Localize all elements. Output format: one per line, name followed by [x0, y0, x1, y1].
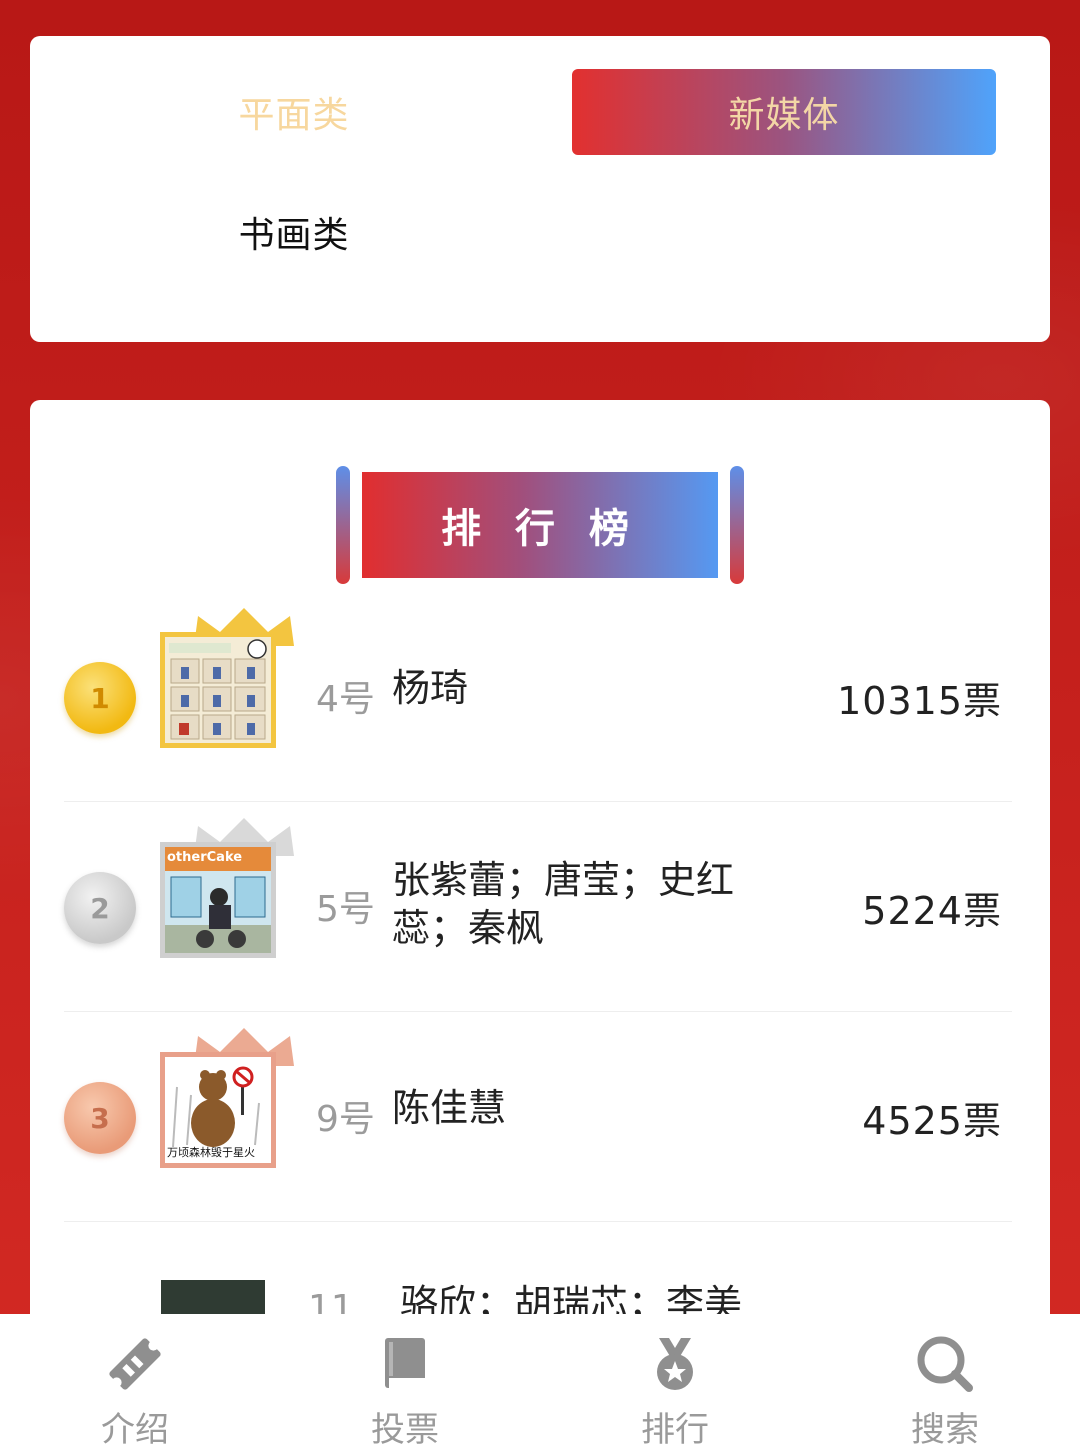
entry-thumbnail-2[interactable]: otherCake	[160, 842, 276, 958]
category-card: 平面类 新媒体 书画类	[30, 36, 1050, 342]
silver-medal-icon: 2	[64, 872, 136, 944]
entry-number: 4号	[316, 679, 375, 720]
category-tab-print[interactable]: 平面类	[114, 69, 474, 155]
tab-search[interactable]: 搜索	[810, 1314, 1080, 1455]
gold-medal-icon: 1	[64, 662, 136, 734]
ranking-title: 排 行 榜	[362, 472, 718, 578]
tab-label: 搜索	[911, 1410, 979, 1450]
entry-thumbnail-3[interactable]: 万顷森林毁于星火	[160, 1052, 276, 1168]
banner-right-post	[730, 466, 744, 584]
shop-sign-text: otherCake	[167, 850, 243, 865]
vote-count: 4525票	[862, 1099, 1002, 1143]
banner-left-post	[336, 466, 350, 584]
entry-names: 张紫蕾；唐莹；史红蕊；秦枫	[392, 858, 735, 950]
bear-caption-text: 万顷森林毁于星火	[167, 1146, 255, 1159]
entry-thumbnail-1[interactable]	[160, 632, 276, 748]
entry-number: 5号	[316, 889, 375, 930]
vote-count: 10315票	[837, 679, 1002, 723]
rank-row-2[interactable]: 2 otherCake 5号 张紫蕾；唐莹；史红蕊；秦枫 5224票	[64, 802, 1012, 1012]
book-icon	[385, 1338, 425, 1388]
bronze-medal-icon: 3	[64, 1082, 136, 1154]
entry-names: 陈佳慧	[392, 1086, 507, 1130]
entry-number: 9号	[316, 1099, 375, 1140]
vote-count: 5224票	[862, 889, 1002, 933]
comic-grid-image	[165, 637, 271, 743]
tab-intro[interactable]: 介绍	[0, 1314, 270, 1455]
medal-icon	[657, 1338, 693, 1390]
bottom-tab-bar: 介绍 投票 排行 搜索	[0, 1314, 1080, 1455]
tab-label: 排行	[641, 1410, 709, 1450]
ranking-card: 排 行 榜 1 4号 杨琦 10315票 2 otherCake 5号 张紫蕾；…	[30, 400, 1050, 1400]
rank-row-1[interactable]: 1 4号 杨琦 10315票	[64, 592, 1012, 802]
entry-names: 杨琦	[392, 666, 469, 710]
search-icon	[917, 1336, 973, 1392]
rank-row-3[interactable]: 3 万顷森林毁于星火 9号 陈佳慧 4525票	[64, 1012, 1012, 1222]
ranking-banner: 排 行 榜	[336, 466, 744, 584]
ticket-icon	[109, 1338, 161, 1390]
category-tab-new-media[interactable]: 新媒体	[572, 69, 996, 155]
category-tab-calligraphy-painting[interactable]: 书画类	[114, 189, 474, 275]
tab-label: 介绍	[101, 1410, 169, 1450]
tab-rank[interactable]: 排行	[540, 1314, 810, 1455]
tab-vote[interactable]: 投票	[270, 1314, 540, 1455]
tab-label: 投票	[371, 1410, 439, 1450]
